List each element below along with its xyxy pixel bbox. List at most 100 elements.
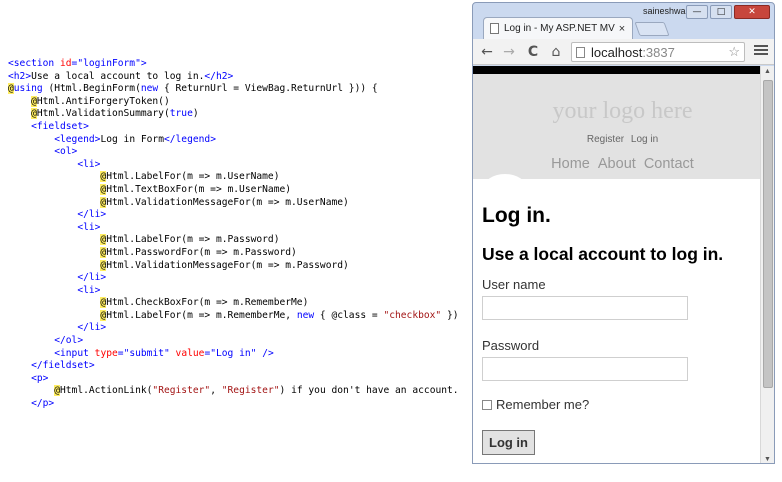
new-tab-button[interactable] xyxy=(634,22,670,36)
code-token: "Register" xyxy=(152,385,211,397)
code-line: </ol> xyxy=(8,335,468,348)
section-heading: Use a local account to log in. xyxy=(482,244,724,264)
code-token: using xyxy=(13,83,43,95)
code-line: <li> xyxy=(8,285,468,298)
code-line: @Html.LabelFor(m => m.Password) xyxy=(8,234,468,247)
scroll-thumb[interactable] xyxy=(763,80,773,388)
maximize-button[interactable]: □ xyxy=(710,5,732,19)
remember-me-row: Remember me? xyxy=(482,397,752,412)
code-token: </fieldset> xyxy=(31,360,95,372)
code-token: id xyxy=(54,58,72,69)
profile-name[interactable]: saineshwar xyxy=(643,6,689,16)
code-token: </h2> xyxy=(204,70,234,82)
code-token: Html.ActionLink( xyxy=(60,385,153,397)
browser-tab[interactable]: Log in - My ASP.NET MVC A × xyxy=(483,17,633,39)
code-line: @Html.CheckBoxFor(m => m.RememberMe) xyxy=(8,297,468,310)
code-token: { @class = xyxy=(314,309,384,321)
close-window-button[interactable]: ✕ xyxy=(734,5,770,19)
code-token: "checkbox" xyxy=(383,309,442,321)
code-token: }) xyxy=(441,309,459,321)
password-input[interactable] xyxy=(482,357,688,381)
code-line: @Html.TextBoxFor(m => m.UserName) xyxy=(8,183,468,197)
page-title: Log in. xyxy=(482,204,551,227)
login-link[interactable]: Log in xyxy=(631,134,658,145)
code-token: Html.ValidationMessageFor(m => m.Passwor… xyxy=(106,259,349,271)
hamburger-menu-icon[interactable] xyxy=(754,43,768,57)
code-token: Html.TextBoxFor(m => m.UserName) xyxy=(106,183,292,195)
remember-me-checkbox[interactable] xyxy=(482,399,492,410)
back-arrow-icon[interactable]: ← xyxy=(477,42,497,62)
code-token: new xyxy=(140,83,159,95)
code-token: Html.LabelFor(m => m.RememberMe, xyxy=(106,309,297,321)
scroll-up-icon[interactable]: ▲ xyxy=(764,68,771,75)
code-line: <section id="loginForm"> xyxy=(8,58,468,71)
top-bar xyxy=(473,66,760,74)
code-line: </li> xyxy=(8,209,468,222)
site-logo[interactable]: your logo here xyxy=(473,98,760,125)
tab-close-icon[interactable]: × xyxy=(615,23,629,35)
window-controls: — □ ✕ xyxy=(686,5,770,19)
title-bar: saineshwar — □ ✕ Log in - My ASP.NET MVC… xyxy=(473,3,774,39)
star-icon[interactable]: ☆ xyxy=(728,43,740,61)
code-token: section xyxy=(13,58,55,69)
code-token: Html.ValidationSummary( xyxy=(36,108,170,120)
login-section: Log in. Use a local account to log in. U… xyxy=(482,204,752,455)
nav-contact[interactable]: Contact xyxy=(644,156,694,172)
code-line: @Html.LabelFor(m => m.UserName) xyxy=(8,171,468,184)
code-token: <li> xyxy=(77,158,101,170)
scroll-down-icon[interactable]: ▼ xyxy=(764,456,771,463)
code-line: <li> xyxy=(8,159,468,172)
vertical-scrollbar[interactable]: ▲ ▼ xyxy=(760,66,774,463)
code-line: @Html.ValidationMessageFor(m => m.UserNa… xyxy=(8,196,468,210)
razor-code-view: <section id="loginForm"> <h2>Use a local … xyxy=(8,58,468,411)
main-nav: Home About Contact xyxy=(473,156,760,172)
code-token: </li> xyxy=(77,272,107,284)
code-line: <p> xyxy=(8,373,468,386)
password-label: Password xyxy=(482,338,540,353)
code-token: <fieldset> xyxy=(31,120,89,132)
code-line: <h2>Use a local account to log in.</h2> xyxy=(8,71,468,84)
remember-me-label[interactable]: Remember me? xyxy=(496,397,589,412)
username-label: User name xyxy=(482,277,546,292)
code-token: <h2> xyxy=(8,70,32,82)
nav-home[interactable]: Home xyxy=(551,156,590,172)
nav-about[interactable]: About xyxy=(598,156,636,172)
address-bar[interactable]: localhost:3837 ☆ xyxy=(571,42,745,62)
reload-icon[interactable]: C xyxy=(523,42,543,62)
page-viewport: your logo here Register Log in Home Abou… xyxy=(473,66,760,463)
code-token: (Html.BeginForm( xyxy=(42,83,141,95)
page-icon xyxy=(490,23,499,34)
code-token: > xyxy=(140,58,147,69)
code-token: Use a local account to log in. xyxy=(31,70,205,82)
code-token: ) if you don't have an account. xyxy=(279,385,459,397)
tab-title: Log in - My ASP.NET MVC A xyxy=(504,23,615,34)
code-token: true xyxy=(169,108,193,120)
code-token: </legend> xyxy=(163,133,216,145)
code-line: </fieldset> xyxy=(8,360,468,373)
page-icon xyxy=(576,46,585,58)
code-token: input xyxy=(60,347,89,359)
code-token: Html.LabelFor(m => m.Password) xyxy=(106,234,280,246)
home-icon[interactable]: ⌂ xyxy=(546,42,566,62)
minimize-button[interactable]: — xyxy=(686,5,708,19)
code-line: <li> xyxy=(8,222,468,235)
code-token: <li> xyxy=(77,284,101,296)
register-link[interactable]: Register xyxy=(587,134,624,145)
forward-arrow-icon[interactable]: → xyxy=(499,42,519,62)
username-input[interactable] xyxy=(482,296,688,320)
login-button[interactable]: Log in xyxy=(482,430,535,455)
code-line: <input type="submit" value="Log in" /> xyxy=(8,348,468,361)
code-token: "submit" xyxy=(123,347,170,359)
browser-window: saineshwar — □ ✕ Log in - My ASP.NET MVC… xyxy=(472,2,775,464)
